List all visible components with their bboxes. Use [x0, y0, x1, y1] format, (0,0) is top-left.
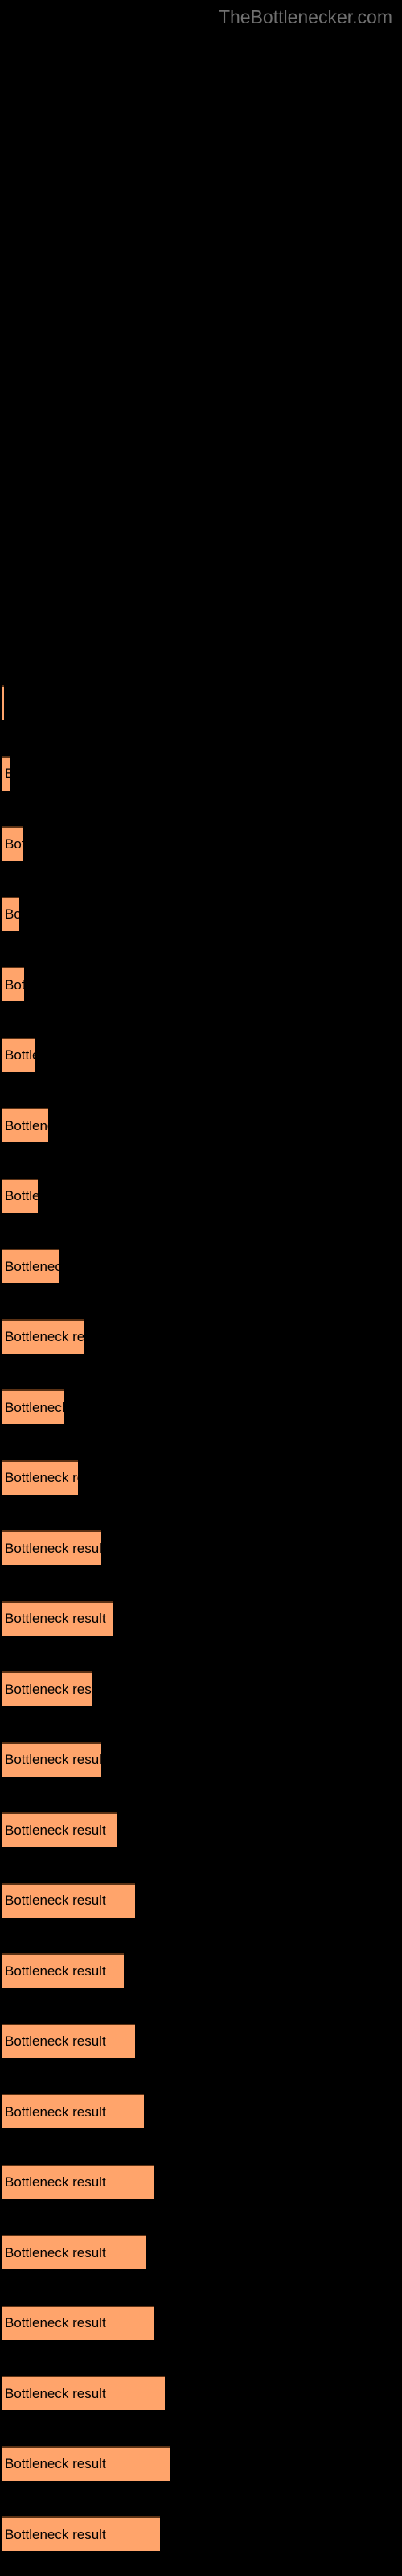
bar-18[interactable]: Bottleneck result	[2, 1953, 124, 1988]
bar-label: Bottleneck result	[5, 766, 10, 782]
bar-label: Bottleneck result	[5, 1258, 59, 1274]
bar-14[interactable]: Bottleneck result	[2, 1671, 92, 1706]
bar-20[interactable]: Bottleneck result	[2, 2094, 144, 2128]
bar-25[interactable]: Bottleneck result	[2, 2446, 170, 2481]
bar-9[interactable]: Bottleneck result	[2, 1319, 84, 1354]
bar-7[interactable]: Bottleneck result	[2, 1178, 38, 1213]
bar-17[interactable]: Bottleneck result	[2, 1882, 135, 1918]
bar-label: Bottleneck result	[5, 1329, 84, 1344]
bar-label: Bottleneck result	[5, 1893, 106, 1908]
bar-label: Bottleneck result	[5, 1963, 106, 1979]
bar-label: Bottleneck result	[5, 1047, 35, 1063]
bar-label: Bottleneck result	[5, 836, 23, 852]
bar-11[interactable]: Bottleneck result	[2, 1459, 78, 1495]
bar-label: Bottleneck result	[5, 976, 24, 993]
bar-5[interactable]: Bottleneck result	[2, 1037, 35, 1072]
bar-label: Bottleneck result	[5, 1822, 106, 1838]
bar-label: Bottleneck result	[5, 906, 19, 922]
bar-2[interactable]: Bottleneck result	[2, 826, 23, 861]
bar-1[interactable]: Bottleneck result	[2, 755, 10, 791]
bar-label: Bottleneck result	[5, 1117, 48, 1133]
bar-13[interactable]: Bottleneck result	[2, 1600, 113, 1636]
bar-label: Bottleneck result	[5, 1470, 78, 1485]
bar-label: Bottleneck result	[5, 1540, 101, 1556]
bar-23[interactable]: Bottleneck result	[2, 2305, 154, 2340]
bar-label: Bottleneck result	[5, 2526, 106, 2542]
bar-22[interactable]: Bottleneck result	[2, 2235, 146, 2269]
bar-15[interactable]: Bottleneck result	[2, 1741, 101, 1777]
bar-label: Bottleneck result	[5, 2385, 106, 2401]
bar-24[interactable]: Bottleneck result	[2, 2376, 165, 2410]
bar-chart: TheBottlenecker.com Bottleneck resultBot…	[0, 0, 402, 2576]
bar-4[interactable]: Bottleneck result	[2, 967, 24, 1001]
bar-0[interactable]: Bottleneck result	[2, 685, 4, 720]
bar-12[interactable]: Bottleneck result	[2, 1530, 101, 1565]
bar-16[interactable]: Bottleneck result	[2, 1812, 117, 1847]
bar-10[interactable]: Bottleneck result	[2, 1389, 64, 1424]
bar-label: Bottleneck result	[5, 2456, 106, 2471]
bar-label: Bottleneck result	[5, 2174, 106, 2190]
bar-8[interactable]: Bottleneck result	[2, 1249, 59, 1283]
bar-label: Bottleneck result	[5, 2103, 106, 2120]
bar-label: Bottleneck result	[5, 2244, 106, 2260]
bar-label: Bottleneck result	[5, 2315, 106, 2330]
bar-label: Bottleneck result	[5, 1188, 38, 1203]
bar-6[interactable]: Bottleneck result	[2, 1108, 48, 1142]
bar-21[interactable]: Bottleneck result	[2, 2164, 154, 2199]
bar-label: Bottleneck result	[5, 1681, 92, 1697]
bars-container: Bottleneck result Bottleneck result Bottle…	[0, 0, 402, 2576]
bar-label: Bottleneck result	[5, 2033, 106, 2049]
bar-26[interactable]: Bottleneck result	[2, 2516, 160, 2551]
bar-label: Bottleneck result	[5, 1752, 101, 1767]
bar-19[interactable]: Bottleneck result	[2, 2023, 135, 2058]
bar-3[interactable]: Bottleneck result	[2, 896, 19, 931]
bar-label: Bottleneck result	[5, 1611, 106, 1626]
bar-label: Bottleneck result	[5, 1399, 64, 1415]
